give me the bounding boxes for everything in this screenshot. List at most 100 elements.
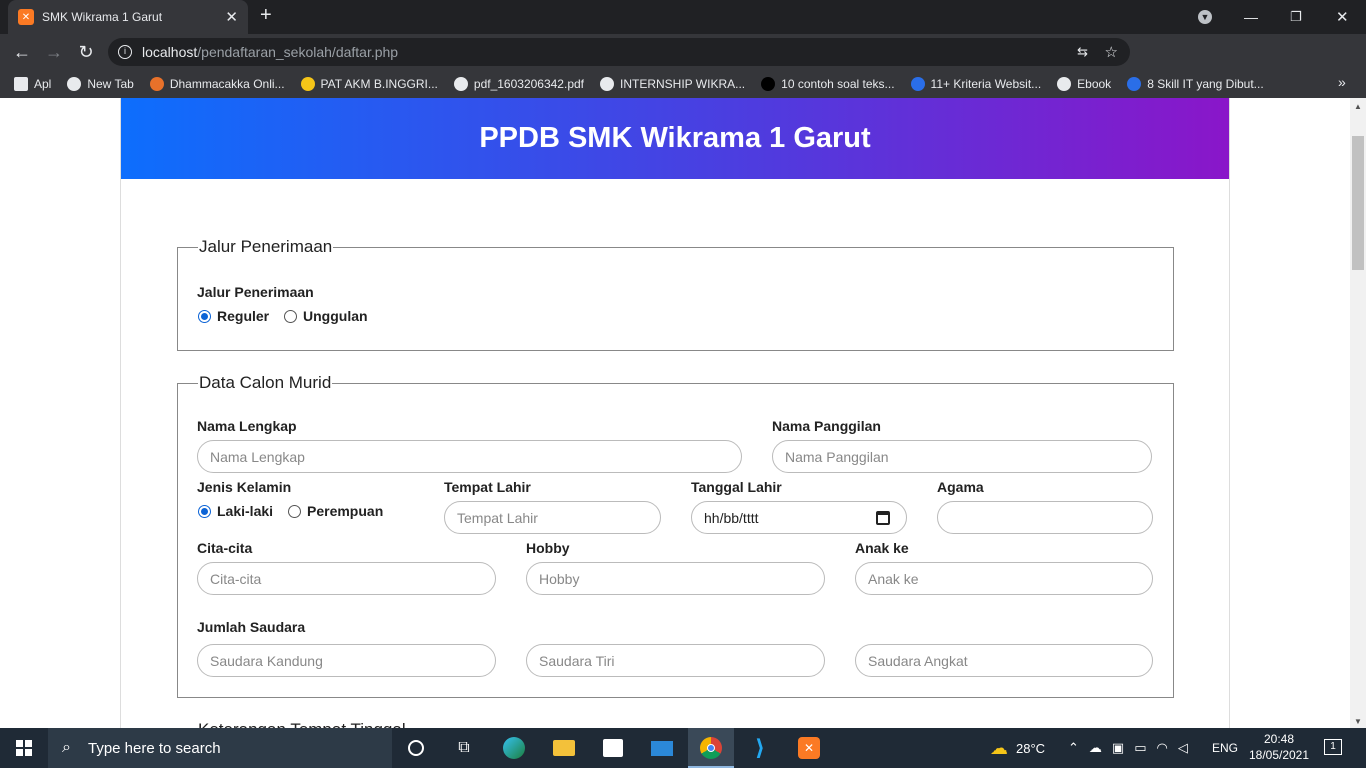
- label-tanggal-lahir: Tanggal Lahir: [691, 479, 782, 495]
- bookmark-item[interactable]: INTERNSHIP WIKRA...: [600, 77, 745, 91]
- weather-icon: ☁: [990, 737, 1008, 758]
- forward-icon[interactable]: →: [38, 42, 70, 63]
- hobby-input[interactable]: Hobby: [526, 562, 825, 595]
- clock[interactable]: 20:48 18/05/2021: [1246, 731, 1312, 763]
- onedrive-icon[interactable]: ☁: [1089, 740, 1102, 756]
- bookmark-favicon-icon: [1127, 77, 1142, 91]
- saudara-tiri-input[interactable]: Saudara Tiri: [526, 644, 825, 677]
- notification-icon[interactable]: 1: [1324, 739, 1342, 755]
- wifi-icon[interactable]: ◠: [1157, 740, 1168, 756]
- bookmark-item[interactable]: Ebook: [1057, 77, 1111, 91]
- bookmark-item[interactable]: New Tab: [67, 77, 134, 91]
- back-icon[interactable]: ←: [6, 42, 38, 63]
- saudara-angkat-input[interactable]: Saudara Angkat: [855, 644, 1153, 677]
- mail-icon[interactable]: [650, 736, 674, 760]
- bookmark-favicon-icon: [1057, 77, 1072, 91]
- scroll-down-icon[interactable]: ▼: [1354, 717, 1362, 726]
- taskbar-search-placeholder: Type here to search: [88, 739, 221, 757]
- edge-icon[interactable]: [502, 736, 526, 760]
- close-window-icon[interactable]: ✕: [1336, 0, 1349, 34]
- label-jenis-kelamin: Jenis Kelamin: [197, 479, 292, 495]
- bookmark-item[interactable]: 11+ Kriteria Websit...: [910, 77, 1042, 91]
- nama-lengkap-input[interactable]: Nama Lengkap: [197, 440, 742, 473]
- xampp-icon[interactable]: ✕: [797, 736, 821, 760]
- more-bookmarks-icon[interactable]: »: [1338, 74, 1346, 90]
- reload-icon[interactable]: ↻: [70, 42, 102, 63]
- cita-cita-input[interactable]: Cita-cita: [197, 562, 496, 595]
- bookmark-item[interactable]: pdf_1603206342.pdf: [453, 77, 584, 91]
- fieldset-jalur-penerimaan: Jalur Penerimaan: [177, 237, 1174, 351]
- close-tab-icon[interactable]: ✕: [225, 8, 238, 26]
- minimize-icon[interactable]: —: [1244, 0, 1258, 34]
- bookmark-favicon-icon: [761, 77, 776, 91]
- language-indicator[interactable]: ENG: [1212, 728, 1238, 768]
- notification-count: 1: [1330, 741, 1336, 752]
- label-jumlah-saudara: Jumlah Saudara: [197, 619, 306, 635]
- bookmark-item[interactable]: 10 contoh soal teks...: [761, 77, 895, 91]
- url-host: localhost: [142, 44, 198, 60]
- label-agama: Agama: [937, 479, 984, 495]
- radio-reguler-circle[interactable]: [198, 309, 211, 323]
- bookmark-item[interactable]: 8 Skill IT yang Dibut...: [1127, 77, 1264, 91]
- clock-date: 18/05/2021: [1248, 748, 1310, 762]
- battery-icon[interactable]: ▭: [1134, 740, 1146, 756]
- radio-perempuan-circle[interactable]: [288, 504, 301, 518]
- page-scrollbar[interactable]: ▲ ▼: [1350, 98, 1366, 728]
- tray-app-icon[interactable]: ▣: [1112, 740, 1124, 756]
- radio-unggulan-label: Unggulan: [303, 308, 368, 324]
- bookmark-label: INTERNSHIP WIKRA...: [620, 77, 746, 91]
- bookmark-item[interactable]: Dhammacakka Onli...: [149, 77, 285, 91]
- bookmark-favicon-icon: [600, 77, 614, 91]
- tempat-lahir-input[interactable]: Tempat Lahir: [444, 501, 661, 534]
- label-hobby: Hobby: [526, 540, 570, 556]
- cortana-icon[interactable]: [404, 736, 428, 760]
- calendar-icon[interactable]: [876, 511, 890, 525]
- radio-unggulan-circle[interactable]: [284, 309, 297, 323]
- info-icon[interactable]: i: [118, 45, 132, 59]
- radio-unggulan[interactable]: Unggulan: [284, 308, 368, 324]
- bookmarks-bar: Apl New Tab Dhammacakka Onli... PAT AKM B.I…: [0, 70, 1366, 98]
- file-explorer-icon[interactable]: [552, 736, 576, 760]
- tray-chevron-up-icon[interactable]: ⌃: [1068, 740, 1079, 756]
- tanggal-lahir-value: hh/bb/tttt: [704, 509, 759, 526]
- browser-toolbar: ← → ↻ i localhost/pendaftaran_sekolah/da…: [0, 34, 1366, 96]
- translate-icon[interactable]: ⇆: [1077, 44, 1088, 60]
- legend-keterangan-tempat-tinggal: Keterangan Tempat Tinggal: [198, 720, 406, 728]
- task-view-icon[interactable]: ⧉: [452, 736, 476, 760]
- profile-menu-icon[interactable]: ▼: [1198, 0, 1212, 34]
- bookmark-favicon-icon: [453, 77, 468, 91]
- scrollbar-thumb[interactable]: [1352, 136, 1364, 270]
- label-jalur-penerimaan: Jalur Penerimaan: [197, 284, 314, 300]
- new-tab-button[interactable]: +: [260, 4, 272, 27]
- nama-panggilan-input[interactable]: Nama Panggilan: [772, 440, 1152, 473]
- browser-tab-active[interactable]: ✕ SMK Wikrama 1 Garut ✕: [8, 0, 248, 34]
- restore-icon[interactable]: ❐: [1290, 0, 1302, 34]
- scroll-up-icon[interactable]: ▲: [1354, 102, 1362, 111]
- radio-perempuan[interactable]: Perempuan: [288, 503, 383, 519]
- agama-input[interactable]: [937, 501, 1153, 534]
- vscode-icon[interactable]: ⟩: [748, 735, 772, 760]
- bookmark-item[interactable]: Apl: [14, 77, 51, 91]
- chrome-taskbar-button[interactable]: [688, 728, 734, 768]
- search-icon: ⌕: [62, 739, 71, 756]
- page-title: PPDB SMK Wikrama 1 Garut: [121, 98, 1229, 179]
- bookmark-star-icon[interactable]: ☆: [1105, 43, 1118, 61]
- address-bar[interactable]: i localhost/pendaftaran_sekolah/daftar.p…: [108, 38, 1130, 66]
- saudara-kandung-input[interactable]: Saudara Kandung: [197, 644, 496, 677]
- store-icon[interactable]: [601, 736, 625, 760]
- radio-laki-laki[interactable]: Laki-laki: [198, 503, 273, 519]
- label-tempat-lahir: Tempat Lahir: [444, 479, 531, 495]
- windows-start-icon[interactable]: [16, 740, 32, 756]
- xampp-favicon-icon: ✕: [18, 9, 34, 25]
- anak-ke-input[interactable]: Anak ke: [855, 562, 1153, 595]
- bookmark-label: 11+ Kriteria Websit...: [930, 77, 1042, 91]
- weather-temp: 28°C: [1016, 740, 1046, 756]
- volume-icon[interactable]: ◁: [1178, 740, 1188, 756]
- label-cita-cita: Cita-cita: [197, 540, 253, 556]
- taskbar-search-box[interactable]: ⌕ Type here to search: [48, 728, 392, 768]
- weather-widget[interactable]: ☁ 28°C: [990, 728, 1045, 768]
- bookmark-item[interactable]: PAT AKM B.INGGRI...: [300, 77, 438, 91]
- tanggal-lahir-input[interactable]: hh/bb/tttt: [691, 501, 907, 534]
- radio-reguler[interactable]: Reguler: [198, 308, 269, 324]
- radio-laki-laki-circle[interactable]: [198, 504, 211, 518]
